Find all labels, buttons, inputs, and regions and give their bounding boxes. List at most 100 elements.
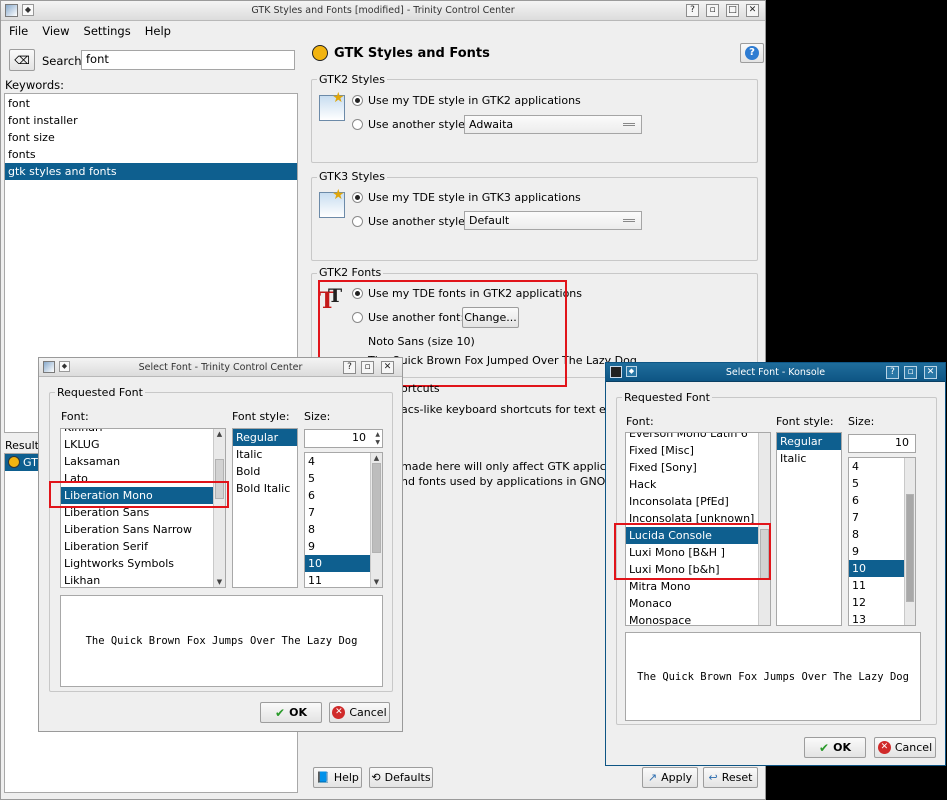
main-titlebar[interactable]: ◆ GTK Styles and Fonts [modified] - Trin… [1,1,765,21]
cancel-icon: ✕ [877,741,891,754]
ok-button[interactable]: ✔ OK [804,737,866,758]
style-list-item[interactable]: Bold Italic [233,480,297,497]
font-list-item[interactable]: Fixed [Sony] [626,459,770,476]
menu-settings[interactable]: Settings [84,24,131,38]
scroll-up-icon[interactable]: ▲ [371,453,382,463]
help-question-icon[interactable]: ? [686,4,699,17]
spin-arrows-icon[interactable]: ▲ ▼ [375,431,380,447]
requested-font-title: Requested Font [55,386,145,399]
minimize-button[interactable]: ▫ [904,366,917,379]
font-style-label: Font style: [232,410,290,423]
size-list[interactable]: 4 5 6 7 8 9 10 11 12 13 [848,457,916,626]
size-list-item-selected[interactable]: 10 [305,555,371,572]
style-list-item[interactable]: Italic [777,450,841,467]
size-spinbox[interactable]: 10 ▲ ▼ [304,429,383,448]
font-list-item[interactable]: Monaco [626,595,770,612]
help-button[interactable]: 📘 Help [313,767,362,788]
gtk-module-icon [8,456,20,468]
keywords-label: Keywords: [5,78,64,92]
font-list-item[interactable]: Likhan [61,572,225,587]
cancel-button[interactable]: ✕ Cancel [874,737,936,758]
gtk2-tde-style-radio[interactable] [352,95,363,106]
list-item[interactable]: font [5,95,297,112]
font-preview-box: The Quick Brown Fox Jumps Over The Lazy … [625,632,921,721]
gtk3-tde-style-radio[interactable] [352,192,363,203]
minimize-button[interactable]: ▫ [706,4,719,17]
size-list[interactable]: 4 5 6 7 8 9 10 11 ▲ ▼ [304,452,383,588]
help-question-icon[interactable]: ? [886,366,899,379]
list-item[interactable]: font installer [5,112,297,129]
menu-dot-icon[interactable]: ◆ [626,366,637,377]
font-list-item[interactable]: Monospace [626,612,770,625]
font-list-scrollbar[interactable]: ▲ ▼ [213,429,225,587]
font-list-item[interactable]: Everson Mono Latin 6 [626,433,770,442]
maximize-button[interactable]: □ [726,4,739,17]
gtk3-style-select[interactable]: Default [464,211,642,230]
size-value: 10 [895,436,909,449]
check-icon: ✔ [819,740,830,755]
list-item[interactable]: gtk styles and fonts [5,163,297,180]
font-list-item[interactable]: Liberation Serif [61,538,225,555]
close-button[interactable]: ✕ [746,4,759,17]
whats-this-button[interactable]: ? [740,43,764,63]
style-list-item[interactable]: Italic [233,446,297,463]
gtk2-tde-style-label[interactable]: Use my TDE style in GTK2 applications [368,94,581,107]
gtk2-other-style-label[interactable]: Use another style: [368,118,469,131]
font-dialog-konsole-titlebar[interactable]: ◆ Select Font - Konsole ? ▫ ✕ [606,363,945,382]
scroll-thumb[interactable] [372,463,381,553]
cancel-label: Cancel [349,706,387,719]
font-list-item[interactable]: LKLUG [61,436,225,453]
style-list-item-selected[interactable]: Regular [233,429,297,446]
font-list-item[interactable]: Lightworks Symbols [61,555,225,572]
font-list-item[interactable]: Fixed [Misc] [626,442,770,459]
apply-button[interactable]: ↗ Apply [642,767,698,788]
font-family-list[interactable]: Kinnari LKLUG Laksaman Lato Liberation M… [60,428,226,588]
list-item[interactable]: font size [5,129,297,146]
clear-search-button[interactable]: ⌫ [9,49,35,71]
scroll-up-icon[interactable]: ▲ [214,429,225,439]
style-list-item[interactable]: Bold [233,463,297,480]
gtk2-other-style-radio[interactable] [352,119,363,130]
font-dialog-tcc-titlebar[interactable]: ◆ Select Font - Trinity Control Center ?… [39,358,402,377]
font-list-item[interactable]: Liberation Sans Narrow [61,521,225,538]
menu-help[interactable]: Help [145,24,171,38]
menu-view[interactable]: View [42,24,69,38]
cancel-button[interactable]: ✕ Cancel [329,702,390,723]
font-dialog-konsole: ◆ Select Font - Konsole ? ▫ ✕ Requested … [605,362,946,766]
menu-file[interactable]: File [9,24,28,38]
reset-button[interactable]: ↩ Reset [703,767,758,788]
font-list-item[interactable]: Laksaman [61,453,225,470]
help-question-icon[interactable]: ? [343,361,356,374]
scroll-down-icon[interactable]: ▼ [371,577,382,587]
search-input[interactable]: font [81,50,295,70]
list-item[interactable]: fonts [5,146,297,163]
menu-dot-icon[interactable]: ◆ [22,4,34,16]
font-style-list[interactable]: Regular Italic Bold Bold Italic [232,428,298,588]
close-button[interactable]: ✕ [924,366,937,379]
font-list-item[interactable]: Hack [626,476,770,493]
font-list-item[interactable]: Kinnari [61,429,225,436]
gtk3-other-style-label[interactable]: Use another style: [368,215,469,228]
defaults-button[interactable]: ⟲ Defaults [369,767,433,788]
close-button[interactable]: ✕ [381,361,394,374]
font-style-list[interactable]: Regular Italic [776,432,842,626]
size-list-scrollbar[interactable]: ▲ ▼ [370,453,382,587]
font-list-item[interactable]: Mitra Mono [626,578,770,595]
gtk3-tde-style-label[interactable]: Use my TDE style in GTK3 applications [368,191,581,204]
size-list-scrollbar[interactable] [904,458,915,625]
gtk2-style-value: Adwaita [469,118,514,131]
scroll-thumb[interactable] [906,494,914,602]
scroll-down-icon[interactable]: ▼ [214,577,225,587]
ok-button[interactable]: ✔ OK [260,702,322,723]
gtk2-style-select[interactable]: Adwaita [464,115,642,134]
style-list-item-selected[interactable]: Regular [777,433,841,450]
font-preview: The Quick Brown Fox Jumps Over The Lazy … [637,670,909,683]
ok-label: OK [289,706,307,719]
combo-handle-icon [623,123,635,126]
minimize-button[interactable]: ▫ [361,361,374,374]
gtk3-other-style-radio[interactable] [352,216,363,227]
shortcuts-option-label[interactable]: acs-like keyboard shortcuts for text edi… [401,403,637,416]
size-spinbox[interactable]: 10 [848,434,916,453]
menu-dot-icon[interactable]: ◆ [59,361,70,372]
font-list-item[interactable]: Inconsolata [PfEd] [626,493,770,510]
